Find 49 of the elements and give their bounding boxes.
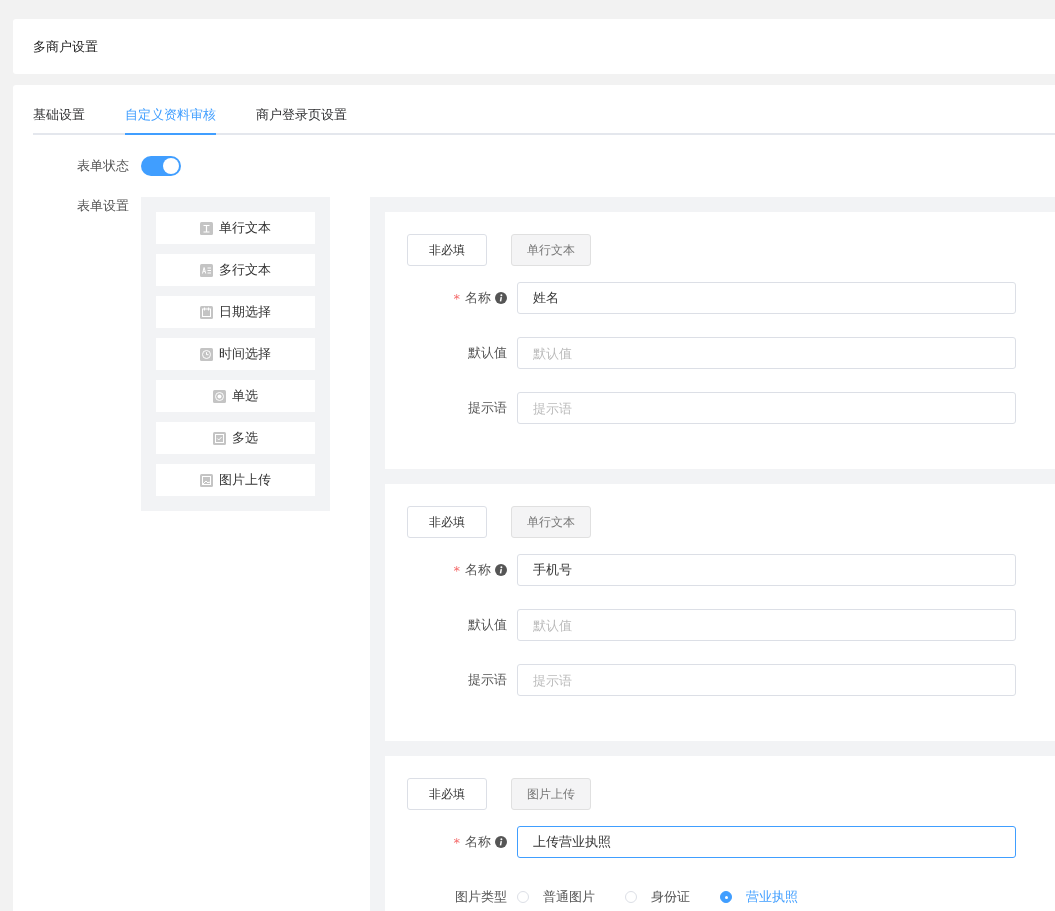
palette-item[interactable]: 多行文本 <box>156 254 315 286</box>
field-label: 名称 <box>465 833 491 851</box>
text-field[interactable]: 提示语 <box>517 392 1016 424</box>
field-label: 提示语 <box>468 399 507 417</box>
required-toggle-button[interactable]: 非必填 <box>407 778 487 810</box>
palette-item[interactable]: 单行文本 <box>156 212 315 244</box>
toggle-switch[interactable] <box>141 156 181 176</box>
field-label: 名称 <box>465 561 491 579</box>
text-field[interactable]: 默认值 <box>517 337 1016 369</box>
clock-icon <box>200 347 213 361</box>
required-asterisk: * <box>453 290 460 306</box>
form-status-label: 表单状态 <box>76 157 130 175</box>
palette-item[interactable]: 多选 <box>156 422 315 454</box>
info-icon[interactable] <box>495 564 507 576</box>
required-asterisk: * <box>453 562 460 578</box>
text-lines-icon <box>200 263 213 277</box>
palette-item[interactable]: 单选 <box>156 380 315 412</box>
radio-option[interactable]: 普通图片 <box>517 888 595 906</box>
image-icon <box>200 473 213 487</box>
text-field[interactable]: 提示语 <box>517 664 1016 696</box>
page-title: 多商户设置 <box>33 37 98 56</box>
text-field[interactable]: 上传营业执照 <box>517 826 1016 858</box>
field-label: 默认值 <box>468 344 507 362</box>
palette-item[interactable]: 时间选择 <box>156 338 315 370</box>
palette-item[interactable]: 日期选择 <box>156 296 315 328</box>
required-asterisk: * <box>453 834 460 850</box>
field-type-button[interactable]: 图片上传 <box>511 778 591 810</box>
calendar-icon <box>200 305 213 319</box>
field-label: 图片类型 <box>455 888 507 906</box>
field-type-button[interactable]: 单行文本 <box>511 234 591 266</box>
palette-item[interactable]: 图片上传 <box>156 464 315 496</box>
checkbox-icon <box>213 431 226 445</box>
required-toggle-button[interactable]: 非必填 <box>407 234 487 266</box>
required-toggle-button[interactable]: 非必填 <box>407 506 487 538</box>
info-icon[interactable] <box>495 836 507 848</box>
text-field[interactable]: 手机号 <box>517 554 1016 586</box>
radio-icon <box>213 389 226 403</box>
tab[interactable]: 基础设置 <box>33 105 85 133</box>
text-field[interactable]: 默认值 <box>517 609 1016 641</box>
tab[interactable]: 商户登录页设置 <box>256 105 347 133</box>
field-label: 名称 <box>465 289 491 307</box>
field-label: 默认值 <box>468 616 507 634</box>
info-icon[interactable] <box>495 292 507 304</box>
field-type-button[interactable]: 单行文本 <box>511 506 591 538</box>
text-field[interactable]: 姓名 <box>517 282 1016 314</box>
radio-option[interactable]: 身份证 <box>625 888 690 906</box>
text-icon <box>200 221 213 235</box>
form-settings-label: 表单设置 <box>76 197 130 215</box>
field-label: 提示语 <box>468 671 507 689</box>
